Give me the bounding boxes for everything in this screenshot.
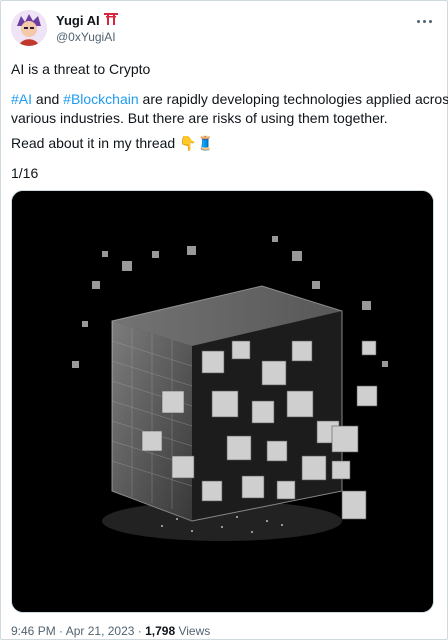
tweet-meta: 9:46 PM · Apr 21, 2023 · 1,798 Views	[11, 624, 210, 638]
more-icon[interactable]	[414, 14, 434, 28]
views-label: Views	[175, 624, 211, 638]
avatar[interactable]	[11, 10, 47, 46]
text-line-2: various industries. But there are risks …	[11, 110, 388, 126]
tweet-time[interactable]: 9:46 PM	[11, 624, 56, 638]
tweet-line-3: Read about it in my thread 👇🧵	[11, 134, 214, 153]
tweet-date[interactable]: Apr 21, 2023	[66, 624, 135, 638]
thread-text: Read about it in my thread	[11, 135, 180, 151]
author-name-text[interactable]: Yugi AI	[56, 13, 100, 28]
tweet-image[interactable]	[11, 190, 434, 613]
tweet-paragraph-2: #AI and #Blockchain are rapidly developi…	[11, 90, 448, 128]
tweet-line-1: AI is a threat to Crypto	[11, 61, 151, 77]
meta-separator: ·	[55, 624, 66, 638]
author-handle[interactable]: @0xYugiAI	[56, 30, 116, 44]
author-name[interactable]: Yugi AI	[56, 12, 118, 28]
views-count: 1,798	[145, 624, 176, 638]
hashtag-ai[interactable]: #AI	[11, 91, 32, 107]
thread-counter: 1/16	[11, 165, 39, 181]
text-and: and	[32, 91, 64, 107]
torii-icon	[103, 12, 118, 28]
text-rest: are rapidly developing technologies appl…	[138, 91, 448, 107]
meta-separator-2: ·	[134, 624, 146, 638]
hashtag-blockchain[interactable]: #Blockchain	[63, 91, 139, 107]
point-down-thread-icon: 👇🧵	[179, 135, 214, 151]
